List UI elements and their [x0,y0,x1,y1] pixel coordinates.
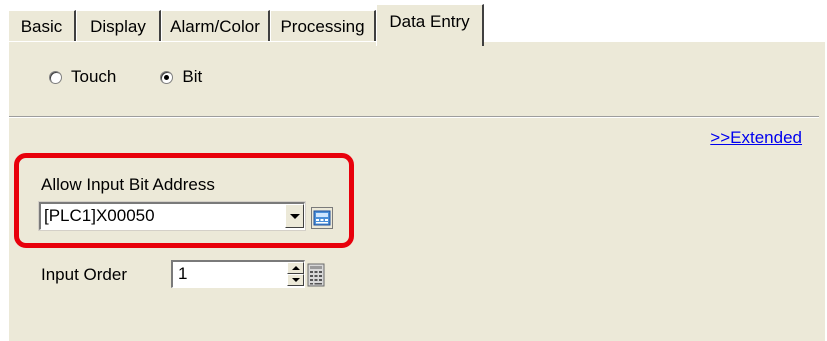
spin-down-icon[interactable] [287,274,304,286]
touch-radio-label[interactable]: Touch [71,67,116,87]
data-entry-panel: Touch Bit >>Extended Allow Input Bit Add… [8,41,825,341]
keypad-icon[interactable] [307,263,325,287]
tab-display[interactable]: Display [76,10,161,42]
separator-line [9,116,819,118]
tab-processing[interactable]: Processing [270,10,376,42]
tab-data-entry-label: Data Entry [389,12,470,31]
bit-radio[interactable] [160,70,174,84]
allow-input-label: Allow Input Bit Address [41,175,215,194]
allow-input-address-value[interactable]: [PLC1]X00050 [44,206,155,226]
mode-radio-group: Touch Bit [49,67,202,87]
properties-dialog: Basic Display Alarm/Color Processing Dat… [0,0,827,341]
highlight-box [14,153,354,248]
bit-radio-label[interactable]: Bit [182,67,202,87]
tab-basic-label: Basic [20,16,63,36]
allow-input-address-combo[interactable]: [PLC1]X00050 [38,201,306,231]
keypad-icon-graphic [307,263,325,287]
tab-display-label: Display [90,16,146,36]
extended-link[interactable]: >>Extended [710,128,802,148]
input-order-value[interactable]: 1 [178,264,187,284]
touch-radio[interactable] [49,70,62,84]
address-input-icon[interactable] [311,207,333,229]
tab-baseline-left [0,41,8,42]
address-input-icon-graphic [313,210,331,226]
input-order-spinbox[interactable]: 1 [171,260,305,288]
tab-basic[interactable]: Basic [8,10,76,42]
tab-alarm-color-label: Alarm/Color [170,16,260,36]
dropdown-arrow-icon[interactable] [285,204,304,228]
tab-data-entry[interactable]: Data Entry [376,4,484,46]
tab-processing-label: Processing [280,16,365,36]
tab-alarm-color[interactable]: Alarm/Color [161,10,270,42]
radio-selected-dot [164,74,170,80]
input-order-label: Input Order [41,265,127,284]
spin-up-icon[interactable] [287,262,304,274]
spin-buttons [287,262,304,287]
